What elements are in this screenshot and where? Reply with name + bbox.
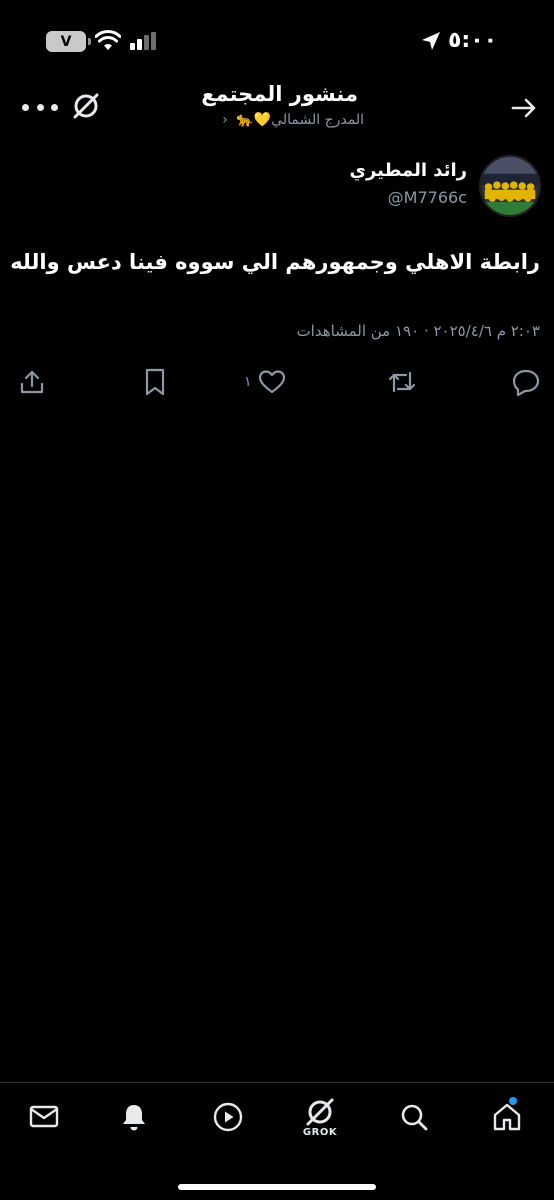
like-button[interactable]: ١ xyxy=(244,366,286,398)
header: منشور المجتمع المدرج الشمالي💛🐆 ‹ xyxy=(0,82,554,138)
community-name: المدرج الشمالي💛🐆 xyxy=(236,112,364,128)
page-title: منشور المجتمع xyxy=(201,82,358,106)
dot-icon xyxy=(51,103,58,111)
battery-indicator: V xyxy=(46,31,91,52)
heart-icon xyxy=(258,370,285,394)
post-text: رابطة الاهلي وجمهورهم الي سووه فينا دعس … xyxy=(10,250,540,274)
play-icon xyxy=(213,1102,243,1132)
bell-icon xyxy=(123,1105,145,1131)
repost-icon[interactable] xyxy=(386,366,418,398)
nav-home[interactable] xyxy=(489,1097,525,1141)
signal-icon xyxy=(130,32,156,50)
nav-grok[interactable]: GROK xyxy=(302,1095,338,1145)
notification-dot xyxy=(509,1097,517,1105)
reply-icon[interactable] xyxy=(511,366,541,398)
dot-icon xyxy=(22,103,29,111)
author-name[interactable]: رائد المطيري xyxy=(349,160,467,181)
share-icon[interactable] xyxy=(18,366,46,398)
home-indicator[interactable] xyxy=(178,1184,376,1190)
wifi-icon xyxy=(95,30,121,50)
clock: ٥:٠٠ xyxy=(448,28,498,53)
chevron-left-icon: ‹ xyxy=(222,112,228,128)
more-options-button[interactable] xyxy=(22,92,58,122)
arrow-right-icon[interactable] xyxy=(508,92,540,124)
like-count: ١ xyxy=(244,374,252,390)
search-icon xyxy=(401,1104,428,1131)
dot-icon xyxy=(36,103,44,111)
author-handle[interactable]: @M7766c xyxy=(388,188,467,207)
post-actions: ١ xyxy=(0,366,554,400)
location-arrow-icon xyxy=(422,32,440,50)
nav-search[interactable] xyxy=(396,1101,432,1141)
nav-messages[interactable] xyxy=(26,1101,62,1141)
home-icon xyxy=(493,1103,521,1131)
mail-icon xyxy=(29,1105,59,1128)
avatar[interactable] xyxy=(479,155,541,217)
bottom-nav: GROK xyxy=(0,1082,554,1200)
grok-icon[interactable] xyxy=(70,90,102,122)
grok-label: GROK xyxy=(302,1127,338,1138)
status-bar: V ٥:٠٠ xyxy=(0,0,554,82)
grok-icon xyxy=(306,1098,334,1126)
bookmark-icon[interactable] xyxy=(142,366,168,398)
nav-video[interactable] xyxy=(210,1101,246,1141)
community-link[interactable]: المدرج الشمالي💛🐆 ‹ xyxy=(222,112,364,128)
nav-notifications[interactable] xyxy=(116,1101,152,1141)
post-meta: ٢:٠٣ م ٢٠٢٥/٤/٦ · ١٩٠ من المشاهدات xyxy=(296,322,540,340)
